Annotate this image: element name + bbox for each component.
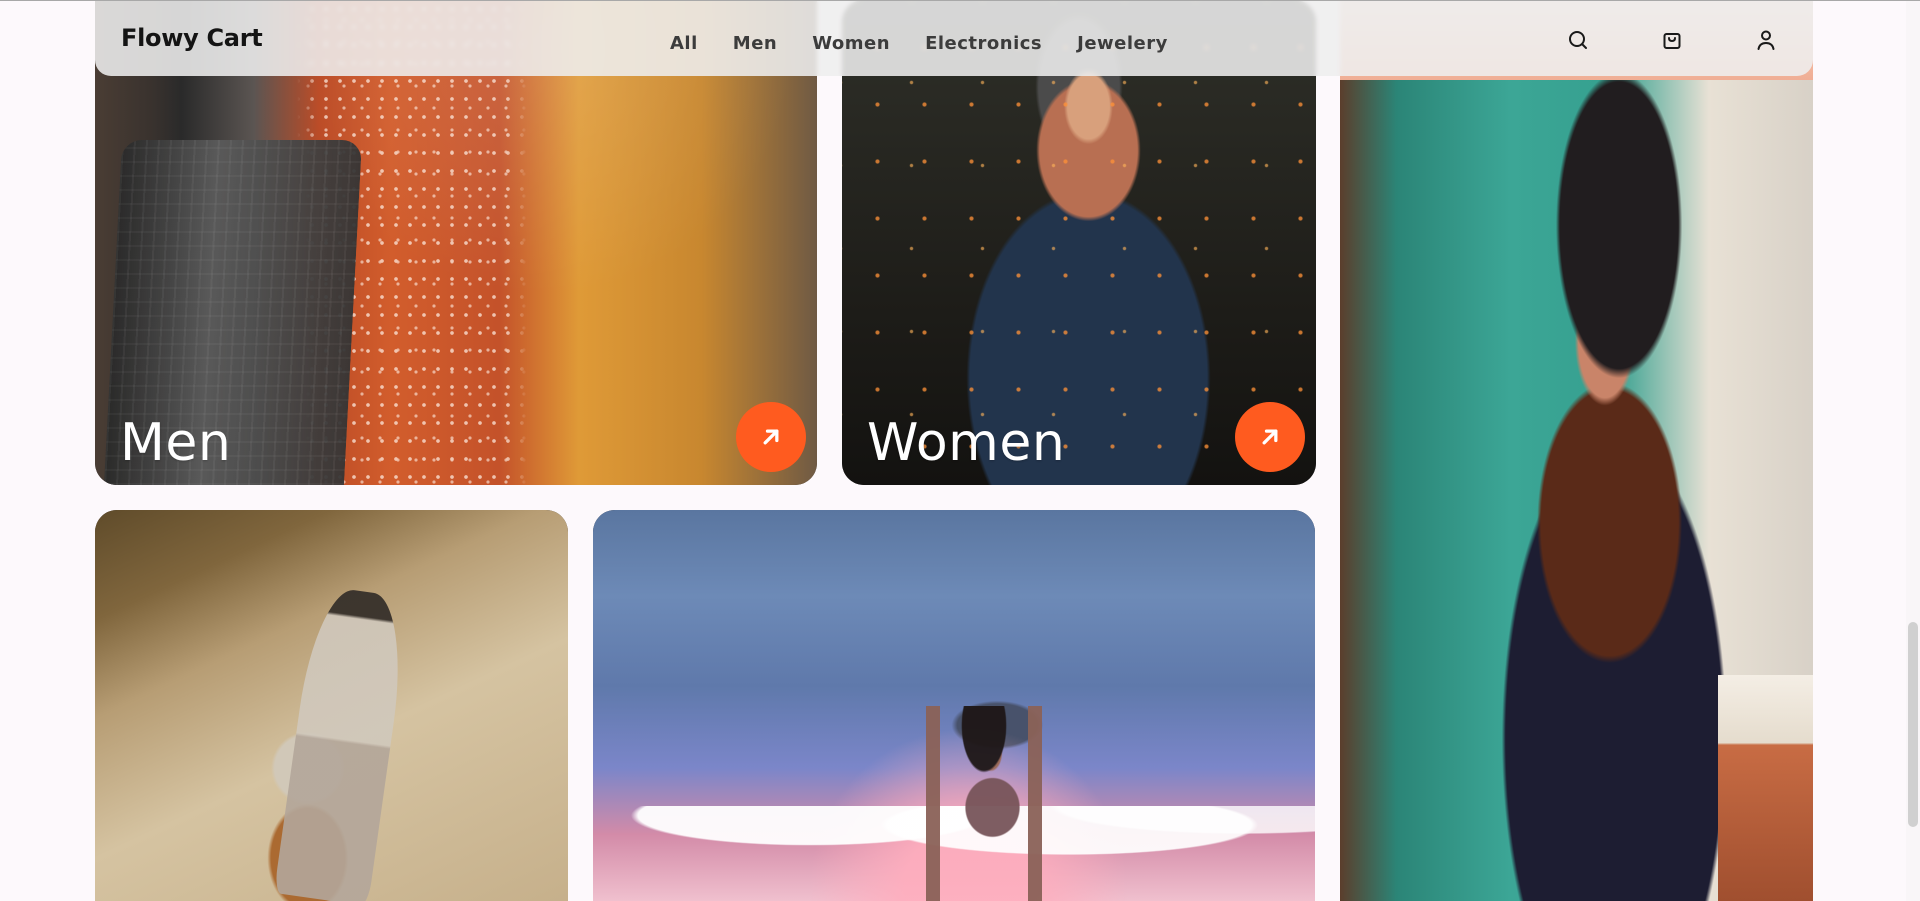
- cart-icon: [1663, 33, 1681, 49]
- featured-fashion-image: [1340, 0, 1813, 901]
- site-logo[interactable]: Flowy Cart: [121, 24, 263, 52]
- featured-image-card: [1340, 0, 1813, 901]
- arrow-up-right-icon: [763, 429, 779, 445]
- nav-men[interactable]: Men: [733, 35, 777, 53]
- nav-electronics[interactable]: Electronics: [925, 35, 1042, 53]
- lifestyle-image-left: [95, 510, 568, 901]
- lifestyle-card-center: [593, 510, 1315, 901]
- page: Men Women Flowy Cart All Men Women Elect…: [0, 0, 1920, 901]
- primary-nav: All Men Women Electronics Jewelery: [670, 35, 1203, 53]
- nav-all[interactable]: All: [670, 35, 698, 53]
- top-navigation: Flowy Cart All Men Women Electronics Jew…: [95, 0, 1813, 76]
- arrow-up-right-icon: [1262, 429, 1278, 445]
- lifestyle-card-left: [95, 510, 568, 901]
- men-open-button[interactable]: [736, 402, 806, 472]
- account-button[interactable]: [1753, 27, 1779, 53]
- cart-button[interactable]: [1659, 27, 1685, 53]
- nav-jewelery[interactable]: Jewelery: [1077, 35, 1168, 53]
- nav-actions: [1497, 27, 1779, 53]
- search-icon: [1569, 31, 1587, 49]
- lifestyle-image-center: [593, 510, 1315, 901]
- category-title-men: Men: [120, 413, 232, 473]
- user-icon: [1757, 30, 1775, 50]
- search-button[interactable]: [1565, 27, 1591, 53]
- category-title-women: Women: [867, 413, 1066, 473]
- page-scrollbar-thumb[interactable]: [1908, 622, 1918, 827]
- top-divider: [0, 0, 1920, 1]
- nav-women[interactable]: Women: [812, 35, 890, 53]
- women-open-button[interactable]: [1235, 402, 1305, 472]
